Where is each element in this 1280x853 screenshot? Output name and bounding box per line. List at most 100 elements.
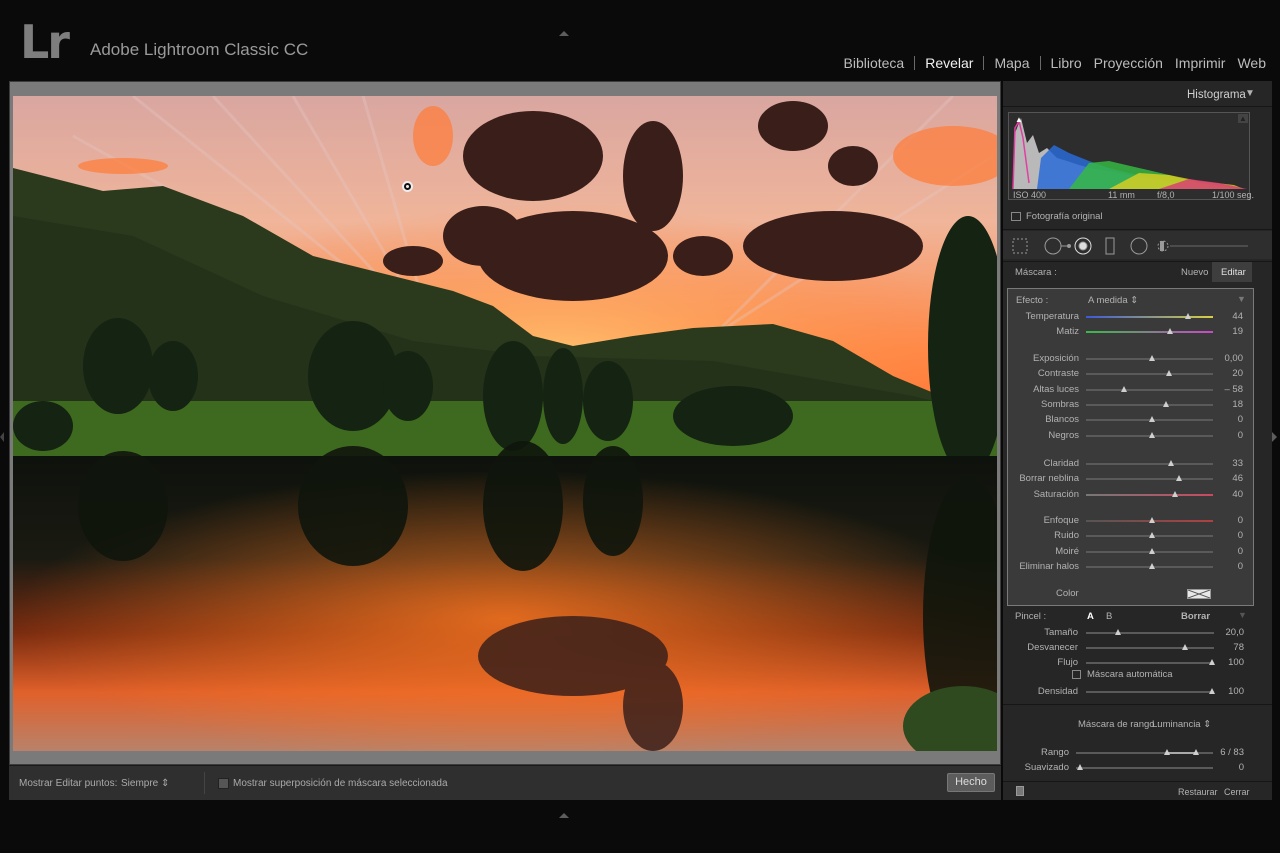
slider-label: Sombras [1040, 398, 1079, 410]
slider-label: Matiz [1056, 326, 1079, 338]
slider-thumb[interactable] [1165, 370, 1172, 377]
slider-value: 19 [1232, 326, 1243, 338]
top-panel-toggle[interactable] [559, 31, 569, 36]
bottom-panel-toggle[interactable] [559, 813, 569, 818]
mask-new-button[interactable]: Nuevo [1181, 267, 1208, 278]
brush-slider-track[interactable] [1086, 632, 1214, 634]
slider-thumb[interactable] [1149, 416, 1156, 423]
histogram-title[interactable]: Histograma [1187, 89, 1246, 101]
slider-track[interactable] [1086, 493, 1213, 496]
module-biblioteca[interactable]: Biblioteca [838, 55, 911, 71]
histogram-box [1008, 112, 1250, 200]
slider-thumb[interactable] [1175, 475, 1182, 482]
brush-slider-thumb[interactable] [1181, 644, 1188, 651]
slider-thumb[interactable] [1149, 431, 1156, 438]
overlay-checkbox[interactable] [218, 778, 229, 789]
slider-value: 0 [1237, 545, 1243, 557]
landscape-photo [13, 96, 997, 751]
slider-value: 33 [1232, 458, 1243, 469]
smooth-track[interactable] [1076, 767, 1213, 769]
original-photo-checkbox[interactable] [1011, 212, 1021, 221]
product-name: Adobe Lightroom Classic CC [90, 40, 309, 59]
brush-b-button[interactable]: B [1106, 611, 1112, 622]
slider-thumb[interactable] [1149, 547, 1156, 554]
red-eye-tool-icon[interactable] [1043, 235, 1073, 257]
brush-slider-track[interactable] [1086, 647, 1214, 650]
show-points-select[interactable]: Siempre ⇕ [121, 778, 169, 789]
collapse-triangle-icon[interactable]: ▼ [1245, 88, 1255, 99]
range-high-thumb[interactable] [1193, 749, 1199, 755]
density-track[interactable] [1086, 691, 1214, 693]
module-imprimir[interactable]: Imprimir [1169, 55, 1232, 71]
brush-slider-track[interactable] [1086, 662, 1214, 665]
slider-label: Moiré [1055, 545, 1079, 557]
smooth-thumb[interactable] [1077, 764, 1083, 770]
photo-canvas[interactable] [13, 96, 997, 751]
auto-mask-checkbox[interactable] [1072, 670, 1081, 679]
mask-edit-button[interactable]: Editar [1221, 267, 1246, 278]
slider-thumb[interactable] [1121, 385, 1128, 392]
slider-track[interactable] [1086, 373, 1213, 376]
range-mask-value: Luminancia [1152, 719, 1201, 730]
brush-slider-label: Desvanecer [1027, 642, 1078, 654]
slider-value: 0,00 [1224, 353, 1244, 364]
shadow-clip-icon[interactable]: ▲ [1015, 115, 1023, 124]
collapse-triangle-icon[interactable]: ▼ [1238, 610, 1247, 620]
module-libro[interactable]: Libro [1045, 55, 1088, 71]
slider-track[interactable] [1086, 316, 1213, 318]
slider-thumb[interactable] [1163, 400, 1169, 407]
close-button[interactable]: Cerrar [1224, 787, 1250, 797]
slider-track[interactable] [1086, 463, 1213, 465]
done-button[interactable]: Hecho [947, 773, 995, 792]
slider-track[interactable] [1086, 403, 1213, 406]
highlight-clip-icon[interactable]: ▲ [1238, 114, 1248, 123]
module-picker: Biblioteca Revelar Mapa Libro Proyección… [838, 55, 1272, 71]
slider-value: – 58 [1224, 383, 1244, 395]
effect-preset-select[interactable]: A medida ⇕ [1088, 295, 1138, 306]
range-mask-select[interactable]: Luminancia ⇕ [1152, 719, 1211, 730]
slider-thumb[interactable] [1184, 313, 1191, 319]
slider-label: Ruido [1054, 530, 1079, 542]
range-low-thumb[interactable] [1164, 749, 1170, 755]
slider-track[interactable] [1086, 478, 1213, 481]
slider-label: Claridad [1043, 458, 1079, 469]
module-web[interactable]: Web [1231, 55, 1272, 71]
left-panel-toggle[interactable] [0, 432, 4, 442]
reset-button[interactable]: Restaurar [1178, 787, 1218, 797]
color-label: Color [1056, 588, 1079, 599]
graduated-filter-icon[interactable] [1100, 235, 1120, 257]
slider-thumb[interactable] [1149, 562, 1156, 569]
toggle-switch-icon[interactable] [1016, 786, 1024, 796]
brush-slider-thumb[interactable] [1114, 629, 1121, 635]
module-proyeccion[interactable]: Proyección [1088, 55, 1169, 71]
brush-slider-label: Flujo [1057, 657, 1078, 669]
slider-thumb[interactable] [1149, 532, 1156, 539]
slider-value: 20 [1232, 368, 1243, 380]
slider-value: 0 [1237, 429, 1243, 441]
module-mapa[interactable]: Mapa [988, 55, 1035, 71]
brush-a-button[interactable]: A [1087, 611, 1094, 622]
slider-thumb[interactable] [1166, 328, 1173, 335]
bottom-toolbar: Mostrar Editar puntos: Siempre ⇕ Mostrar… [9, 765, 1001, 800]
adjustment-brush-icon[interactable] [1155, 235, 1175, 257]
collapse-triangle-icon[interactable]: ▼ [1237, 294, 1246, 304]
slider-thumb[interactable] [1149, 355, 1156, 361]
module-revelar[interactable]: Revelar [919, 55, 979, 71]
slider-value: 0 [1237, 414, 1243, 426]
spot-removal-icon[interactable] [1073, 235, 1093, 257]
crop-tool-icon[interactable] [1010, 235, 1030, 257]
slider-track[interactable] [1086, 331, 1213, 334]
radial-filter-icon[interactable] [1129, 235, 1149, 257]
density-value: 100 [1228, 686, 1244, 697]
slider-track[interactable] [1086, 388, 1213, 391]
updown-icon: ⇕ [1203, 719, 1212, 730]
slider-thumb[interactable] [1171, 490, 1178, 497]
brush-erase-button[interactable]: Borrar [1181, 611, 1210, 622]
edit-pin[interactable] [402, 181, 413, 192]
color-swatch[interactable] [1187, 589, 1211, 599]
right-panel-toggle[interactable] [1272, 432, 1277, 442]
slider-thumb[interactable] [1168, 460, 1175, 466]
slider-label: Blancos [1045, 414, 1079, 426]
slider-thumb[interactable] [1149, 517, 1156, 523]
original-photo-label: Fotografía original [1026, 211, 1103, 222]
